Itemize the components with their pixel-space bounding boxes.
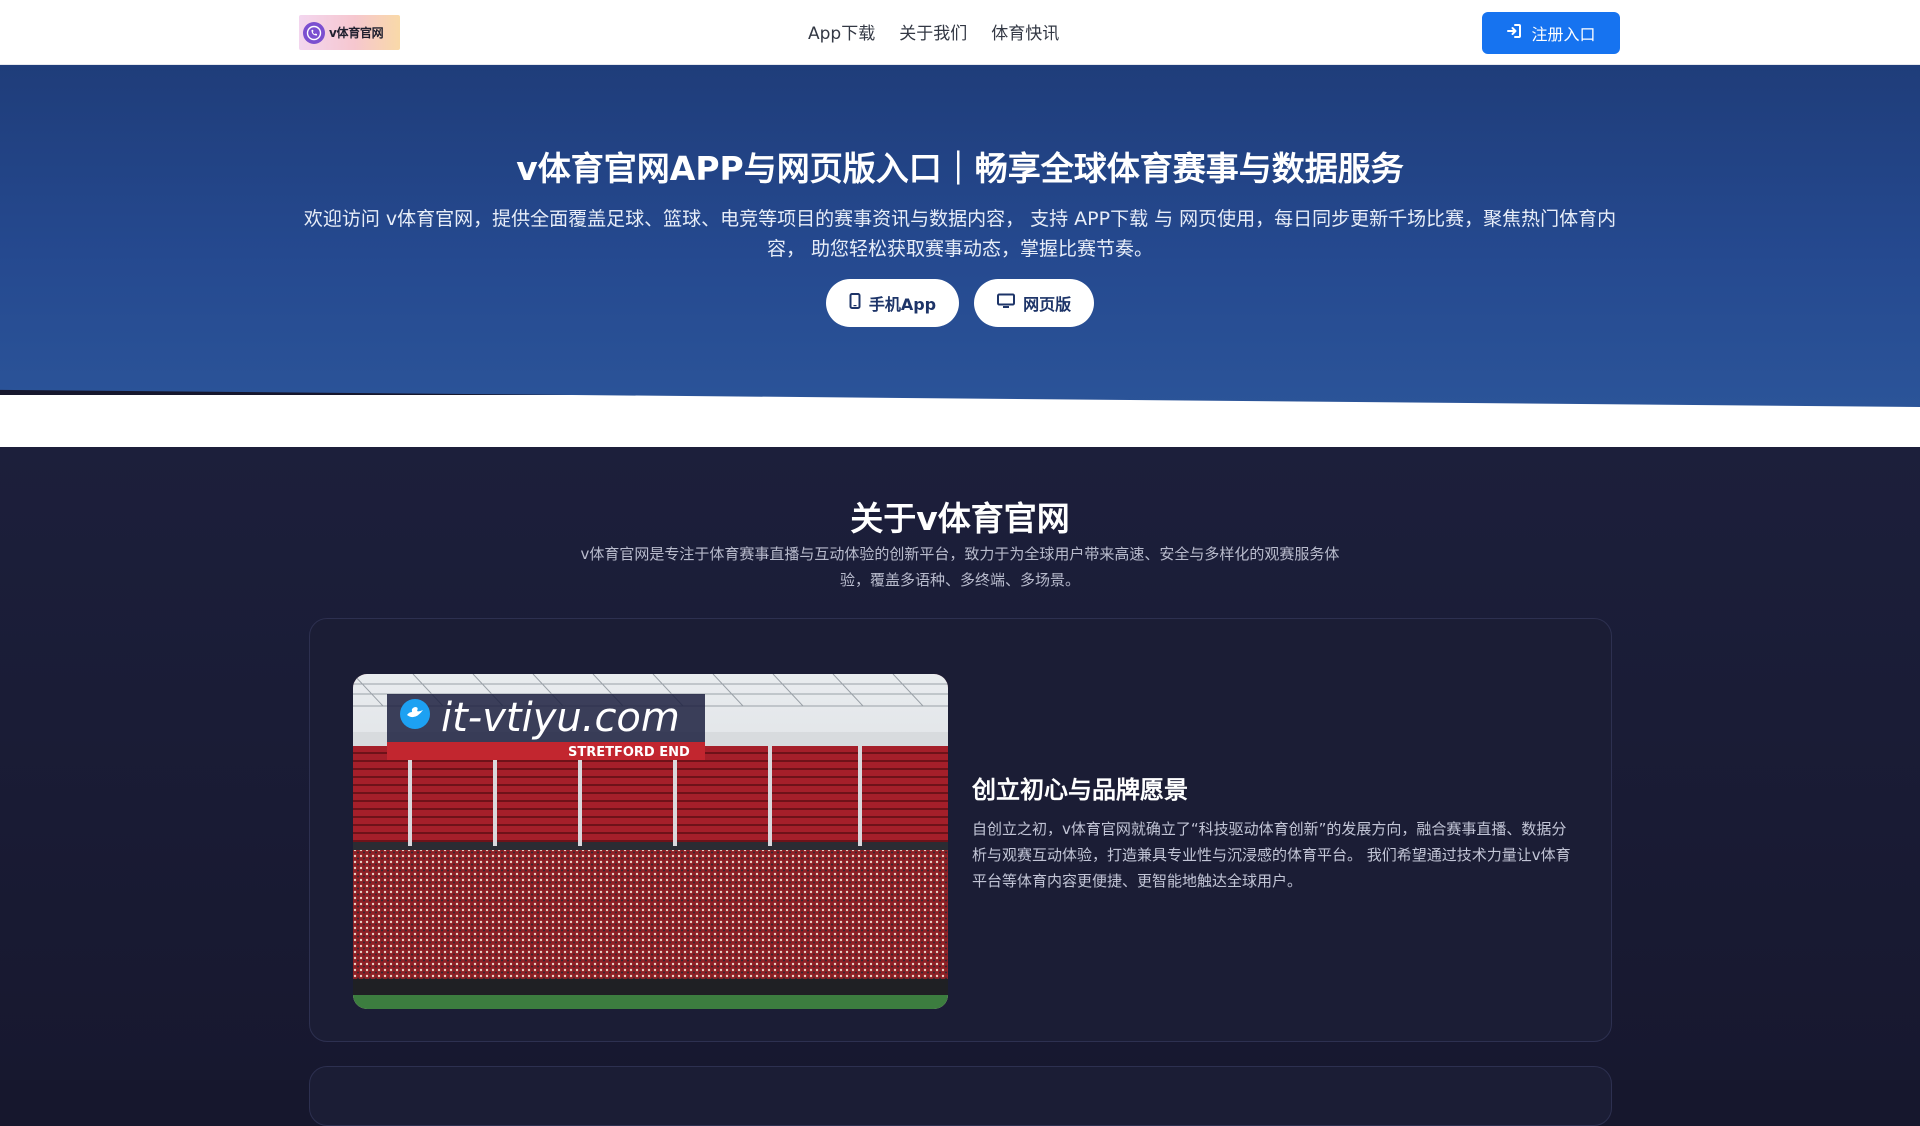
sign-in-icon	[1506, 23, 1522, 43]
phone-chat-icon	[303, 21, 325, 44]
web-version-button[interactable]: 网页版	[974, 279, 1095, 327]
site-logo[interactable]: v体育官网	[299, 15, 400, 50]
logo-text: v体育官网	[329, 26, 384, 40]
image-watermark-text: it-vtiyu.com	[441, 695, 680, 741]
stadium-image: it-vtiyu.com STRETFORD END	[353, 674, 948, 1009]
nav-app-download[interactable]: App下载	[808, 19, 875, 44]
mobile-icon	[849, 293, 861, 313]
web-version-label: 网页版	[1023, 295, 1072, 314]
hero-description: 欢迎访问 v体育官网，提供全面覆盖足球、篮球、电竞等项目的赛事资讯与数据内容， …	[303, 208, 1617, 260]
mobile-app-button[interactable]: 手机App	[825, 279, 960, 327]
nav-about-us[interactable]: 关于我们	[899, 19, 967, 44]
card-text: 自创立之初，v体育官网就确立了“科技驱动体育创新”的发展方向，融合赛事直播、数据…	[972, 820, 1571, 890]
hero-buttons: 手机App 网页版	[0, 279, 1920, 327]
next-card	[309, 1066, 1612, 1126]
about-description: v体育官网是专注于体育赛事直播与互动体验的创新平台，致力于为全球用户带来高速、安…	[580, 545, 1340, 589]
card-title: 创立初心与品牌愿景	[972, 776, 1188, 804]
about-title: 关于v体育官网	[850, 499, 1070, 538]
top-navbar: v体育官网 App下载 关于我们 体育快讯 注册入口	[0, 0, 1920, 65]
register-label: 注册入口	[1531, 25, 1596, 44]
desktop-icon	[997, 293, 1016, 313]
register-button[interactable]: 注册入口	[1482, 12, 1620, 54]
hero-title: v体育官网APP与网页版入口｜畅享全球体育赛事与数据服务	[516, 149, 1404, 188]
nav-sports-news[interactable]: 体育快讯	[991, 19, 1059, 44]
image-banner-text: STRETFORD END	[568, 745, 690, 760]
main-nav: App下载 关于我们 体育快讯	[808, 19, 1059, 44]
mobile-app-label: 手机App	[868, 295, 937, 314]
